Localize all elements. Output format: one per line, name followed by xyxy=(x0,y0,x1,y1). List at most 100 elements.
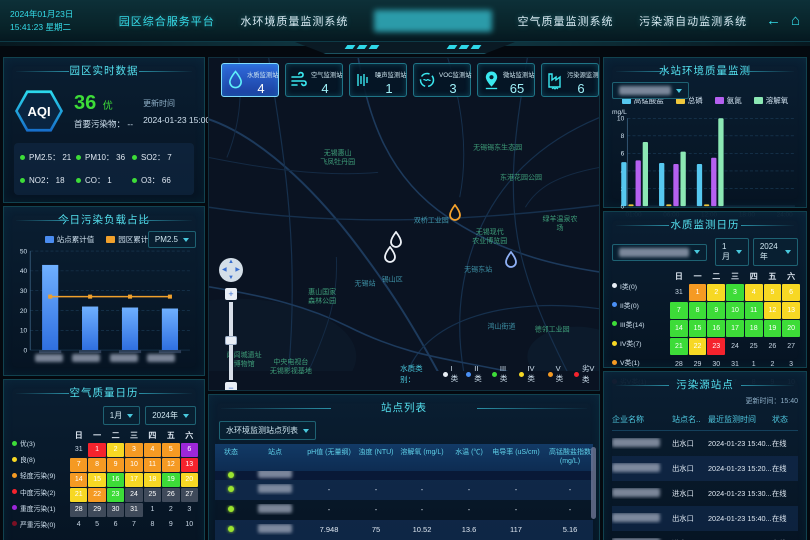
calendar-day[interactable]: 3 xyxy=(181,503,198,517)
calendar-day[interactable]: 5 xyxy=(88,518,105,532)
calendar-day[interactable]: 1 xyxy=(88,443,105,457)
zoom-handle[interactable] xyxy=(225,336,237,345)
calendar-day[interactable]: 27 xyxy=(181,488,198,502)
calendar-day[interactable]: 29 xyxy=(88,503,105,517)
calendar-day[interactable]: 11 xyxy=(144,458,161,472)
calendar-day[interactable]: 27 xyxy=(782,338,800,355)
calendar-day[interactable]: 17 xyxy=(125,473,142,487)
calendar-day[interactable]: 10 xyxy=(726,302,744,319)
calendar-day[interactable]: 10 xyxy=(125,458,142,472)
back-arrow-icon[interactable]: ← xyxy=(766,12,781,29)
table-row[interactable]: ------0.017360.156656-- xyxy=(215,480,593,500)
pollution-site-row[interactable]: 出水口2024-01-23 15:20...在线 xyxy=(612,456,798,481)
calendar-day[interactable]: 1 xyxy=(144,503,161,517)
calendar-day[interactable]: 31 xyxy=(670,284,688,301)
calendar-day[interactable]: 9 xyxy=(107,458,124,472)
calendar-day[interactable]: 7 xyxy=(125,518,142,532)
pollution-site-row[interactable]: 出水口2024-01-23 15:40...在线 xyxy=(612,431,798,456)
station-list-select[interactable]: 水环境监测站点列表 xyxy=(219,421,316,440)
pollutant-select[interactable]: PM2.5 xyxy=(148,231,196,248)
calendar-day[interactable]: 18 xyxy=(144,473,161,487)
calendar-day[interactable]: 30 xyxy=(107,503,124,517)
calendar-day[interactable]: 23 xyxy=(107,488,124,502)
nav-park-platform[interactable]: 园区综合服务平台 xyxy=(119,13,215,29)
calendar-day[interactable]: 17 xyxy=(726,320,744,337)
water-station-marker-icon[interactable] xyxy=(448,204,462,227)
calendar-day[interactable]: 13 xyxy=(181,458,198,472)
map-pan-control[interactable]: ▲ ▼ ◀ ▶ xyxy=(219,258,243,282)
legend-item[interactable]: 氨氮 xyxy=(715,95,742,106)
button-voc-stations[interactable]: VOC监测站 3 xyxy=(413,63,471,97)
button-noise-stations[interactable]: 噪声监测站 1 xyxy=(349,63,407,97)
calendar-day[interactable]: 5 xyxy=(162,443,179,457)
calendar-day[interactable]: 8 xyxy=(144,518,161,532)
home-icon[interactable]: ⌂ xyxy=(791,12,800,29)
calendar-day[interactable]: 20 xyxy=(782,320,800,337)
calendar-day[interactable]: 6 xyxy=(107,518,124,532)
calendar-day[interactable]: 26 xyxy=(764,338,782,355)
table-row[interactable]: ------0.007240.028493-- xyxy=(215,500,593,520)
calendar-day[interactable]: 2 xyxy=(107,443,124,457)
table-row[interactable]: 7.9487510.5213.61175.160.005880.002685.5… xyxy=(215,520,593,540)
calendar-day[interactable]: 24 xyxy=(125,488,142,502)
calendar-day[interactable]: 22 xyxy=(88,488,105,502)
calendar-day[interactable]: 14 xyxy=(670,320,688,337)
calendar-day[interactable]: 31 xyxy=(70,443,87,457)
pan-down-icon[interactable]: ▼ xyxy=(228,275,234,281)
calendar-day[interactable]: 7 xyxy=(670,302,688,319)
legend-item[interactable]: 站点累计值 xyxy=(45,234,95,245)
calendar-day[interactable]: 9 xyxy=(162,518,179,532)
button-air-stations[interactable]: 空气监测站 4 xyxy=(285,63,343,97)
calendar-day[interactable]: 6 xyxy=(782,284,800,301)
year-select[interactable]: 2024年 xyxy=(145,406,196,425)
year-select[interactable]: 2024年 xyxy=(753,238,798,266)
calendar-day[interactable]: 24 xyxy=(726,338,744,355)
calendar-day[interactable]: 31 xyxy=(125,503,142,517)
pan-right-icon[interactable]: ▶ xyxy=(235,266,240,273)
calendar-day[interactable]: 5 xyxy=(764,284,782,301)
calendar-day[interactable]: 12 xyxy=(162,458,179,472)
calendar-day[interactable]: 25 xyxy=(745,338,763,355)
calendar-day[interactable]: 20 xyxy=(181,473,198,487)
calendar-day[interactable]: 21 xyxy=(670,338,688,355)
zoom-in-button[interactable]: + xyxy=(225,288,237,300)
calendar-day[interactable]: 15 xyxy=(88,473,105,487)
pan-left-icon[interactable]: ◀ xyxy=(222,266,227,273)
calendar-day[interactable]: 19 xyxy=(162,473,179,487)
calendar-day[interactable]: 15 xyxy=(689,320,707,337)
calendar-day[interactable]: 19 xyxy=(764,320,782,337)
calendar-day[interactable]: 25 xyxy=(144,488,161,502)
calendar-day[interactable]: 16 xyxy=(707,320,725,337)
calendar-day[interactable]: 1 xyxy=(689,284,707,301)
nav-water-system[interactable]: 水环境质量监测系统 xyxy=(240,13,348,29)
calendar-day[interactable]: 8 xyxy=(689,302,707,319)
month-select[interactable]: 1月 xyxy=(715,238,749,266)
calendar-station-select[interactable] xyxy=(612,244,707,261)
pan-up-icon[interactable]: ▲ xyxy=(228,259,234,265)
calendar-day[interactable]: 14 xyxy=(70,473,87,487)
zoom-track[interactable] xyxy=(229,302,233,380)
calendar-day[interactable]: 11 xyxy=(745,302,763,319)
calendar-day[interactable]: 18 xyxy=(745,320,763,337)
table-row[interactable] xyxy=(215,471,593,480)
calendar-day[interactable]: 4 xyxy=(144,443,161,457)
calendar-day[interactable]: 7 xyxy=(70,458,87,472)
water-station-marker-icon[interactable] xyxy=(504,251,518,274)
pollution-site-row[interactable]: 出水口2024-01-23 15:40...在线 xyxy=(612,506,798,531)
legend-item[interactable]: 溶解氧 xyxy=(754,95,789,106)
zoom-out-button[interactable]: − xyxy=(225,382,237,391)
calendar-day[interactable]: 4 xyxy=(70,518,87,532)
month-select[interactable]: 1月 xyxy=(103,406,140,425)
pollution-site-row[interactable]: 进水口2024-01-23 15:40...在线 xyxy=(612,531,798,540)
button-water-stations[interactable]: 水质监测站 4 xyxy=(221,63,279,97)
calendar-day[interactable]: 21 xyxy=(70,488,87,502)
pollution-site-row[interactable]: 进水口2024-01-23 15:30...在线 xyxy=(612,481,798,506)
calendar-day[interactable]: 10 xyxy=(181,518,198,532)
calendar-day[interactable]: 4 xyxy=(745,284,763,301)
water-station-marker-icon[interactable] xyxy=(383,246,397,269)
calendar-day[interactable]: 2 xyxy=(162,503,179,517)
calendar-day[interactable]: 3 xyxy=(726,284,744,301)
calendar-day[interactable]: 28 xyxy=(70,503,87,517)
calendar-day[interactable]: 9 xyxy=(707,302,725,319)
map-viewport[interactable]: 无锡惠山 飞凤牡丹园无锡锡东生态园东港花园公园双桥工业园无锡现代 农业博览园绿羊… xyxy=(208,57,600,391)
